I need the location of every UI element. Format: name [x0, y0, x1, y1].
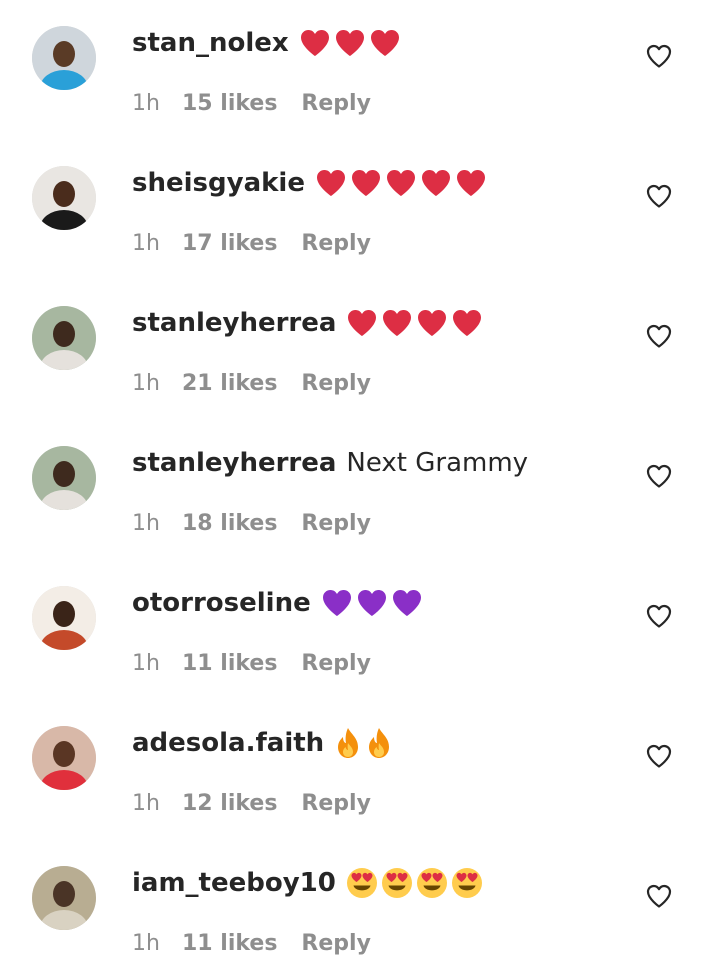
comment-emojis [315, 168, 487, 198]
comment-line: sheisgyakie [132, 164, 487, 202]
red-heart-icon [315, 168, 347, 198]
comment-meta: 1h 12 likes Reply [132, 788, 371, 818]
timestamp: 1h [132, 930, 160, 956]
likes-count[interactable]: 11 likes [182, 651, 277, 676]
comment-line: iam_teeboy10 [132, 864, 483, 902]
likes-count[interactable]: 12 likes [182, 791, 277, 816]
comment-emojis [346, 867, 483, 899]
red-heart-icon [416, 308, 448, 338]
fire-icon [365, 727, 393, 759]
likes-count[interactable]: 18 likes [182, 511, 277, 536]
avatar[interactable] [32, 866, 96, 930]
like-heart-icon[interactable] [645, 42, 673, 70]
purple-heart-icon [321, 588, 353, 618]
comment-meta: 1h 11 likes Reply [132, 928, 371, 958]
red-heart-icon [381, 308, 413, 338]
comment-item: stan_nolex 1h 15 likes Reply [0, 0, 720, 140]
username-link[interactable]: sheisgyakie [132, 168, 305, 198]
reply-button[interactable]: Reply [301, 371, 371, 396]
avatar[interactable] [32, 26, 96, 90]
comment-meta: 1h 15 likes Reply [132, 88, 371, 118]
comment-text: Next Grammy [346, 448, 529, 478]
username-link[interactable]: iam_teeboy10 [132, 868, 336, 898]
reply-button[interactable]: Reply [301, 511, 371, 536]
reply-button[interactable]: Reply [301, 651, 371, 676]
comment-emojis [321, 588, 423, 618]
comment-emojis [346, 308, 483, 338]
red-heart-icon [451, 308, 483, 338]
username-link[interactable]: stanleyherrea [132, 448, 336, 478]
comment-meta: 1h 21 likes Reply [132, 368, 371, 398]
comment-item: adesola.faith 1h 12 likes Reply [0, 700, 720, 840]
comment-line: stanleyherrea Next Grammy [132, 444, 528, 482]
comment-item: stanleyherrea Next Grammy 1h 18 likes Reply [0, 420, 720, 560]
comment-item: sheisgyakie 1h 17 likes Reply [0, 140, 720, 280]
comment-item: stanleyherrea 1h 21 likes Reply [0, 280, 720, 420]
heart-eyes-icon [451, 867, 483, 899]
red-heart-icon [369, 28, 401, 58]
username-link[interactable]: stanleyherrea [132, 308, 336, 338]
avatar[interactable] [32, 586, 96, 650]
like-heart-icon[interactable] [645, 602, 673, 630]
red-heart-icon [334, 28, 366, 58]
username-link[interactable]: stan_nolex [132, 28, 289, 58]
heart-eyes-icon [381, 867, 413, 899]
timestamp: 1h [132, 510, 160, 536]
comment-line: otorroseline [132, 584, 423, 622]
timestamp: 1h [132, 790, 160, 816]
comment-line: stanleyherrea [132, 304, 483, 342]
timestamp: 1h [132, 90, 160, 116]
timestamp: 1h [132, 230, 160, 256]
heart-eyes-icon [346, 867, 378, 899]
like-heart-icon[interactable] [645, 322, 673, 350]
fire-icon [334, 727, 362, 759]
comment-emojis [299, 28, 401, 58]
username-link[interactable]: otorroseline [132, 588, 311, 618]
comment-line: stan_nolex [132, 24, 401, 62]
red-heart-icon [385, 168, 417, 198]
purple-heart-icon [356, 588, 388, 618]
like-heart-icon[interactable] [645, 742, 673, 770]
likes-count[interactable]: 15 likes [182, 91, 277, 116]
red-heart-icon [420, 168, 452, 198]
timestamp: 1h [132, 370, 160, 396]
avatar[interactable] [32, 446, 96, 510]
comment-item: iam_teeboy10 1h 11 likes Reply [0, 840, 720, 980]
comment-line: adesola.faith [132, 724, 393, 762]
avatar[interactable] [32, 306, 96, 370]
heart-eyes-icon [416, 867, 448, 899]
comment-meta: 1h 18 likes Reply [132, 508, 371, 538]
like-heart-icon[interactable] [645, 462, 673, 490]
purple-heart-icon [391, 588, 423, 618]
likes-count[interactable]: 21 likes [182, 371, 277, 396]
username-link[interactable]: adesola.faith [132, 728, 324, 758]
red-heart-icon [455, 168, 487, 198]
comment-meta: 1h 17 likes Reply [132, 228, 371, 258]
avatar[interactable] [32, 166, 96, 230]
comment-meta: 1h 11 likes Reply [132, 648, 371, 678]
red-heart-icon [346, 308, 378, 338]
like-heart-icon[interactable] [645, 182, 673, 210]
comment-emojis [334, 727, 393, 759]
reply-button[interactable]: Reply [301, 931, 371, 956]
like-heart-icon[interactable] [645, 882, 673, 910]
avatar[interactable] [32, 726, 96, 790]
reply-button[interactable]: Reply [301, 91, 371, 116]
timestamp: 1h [132, 650, 160, 676]
likes-count[interactable]: 17 likes [182, 231, 277, 256]
reply-button[interactable]: Reply [301, 231, 371, 256]
red-heart-icon [299, 28, 331, 58]
red-heart-icon [350, 168, 382, 198]
likes-count[interactable]: 11 likes [182, 931, 277, 956]
comment-item: otorroseline 1h 11 likes Reply [0, 560, 720, 700]
reply-button[interactable]: Reply [301, 791, 371, 816]
